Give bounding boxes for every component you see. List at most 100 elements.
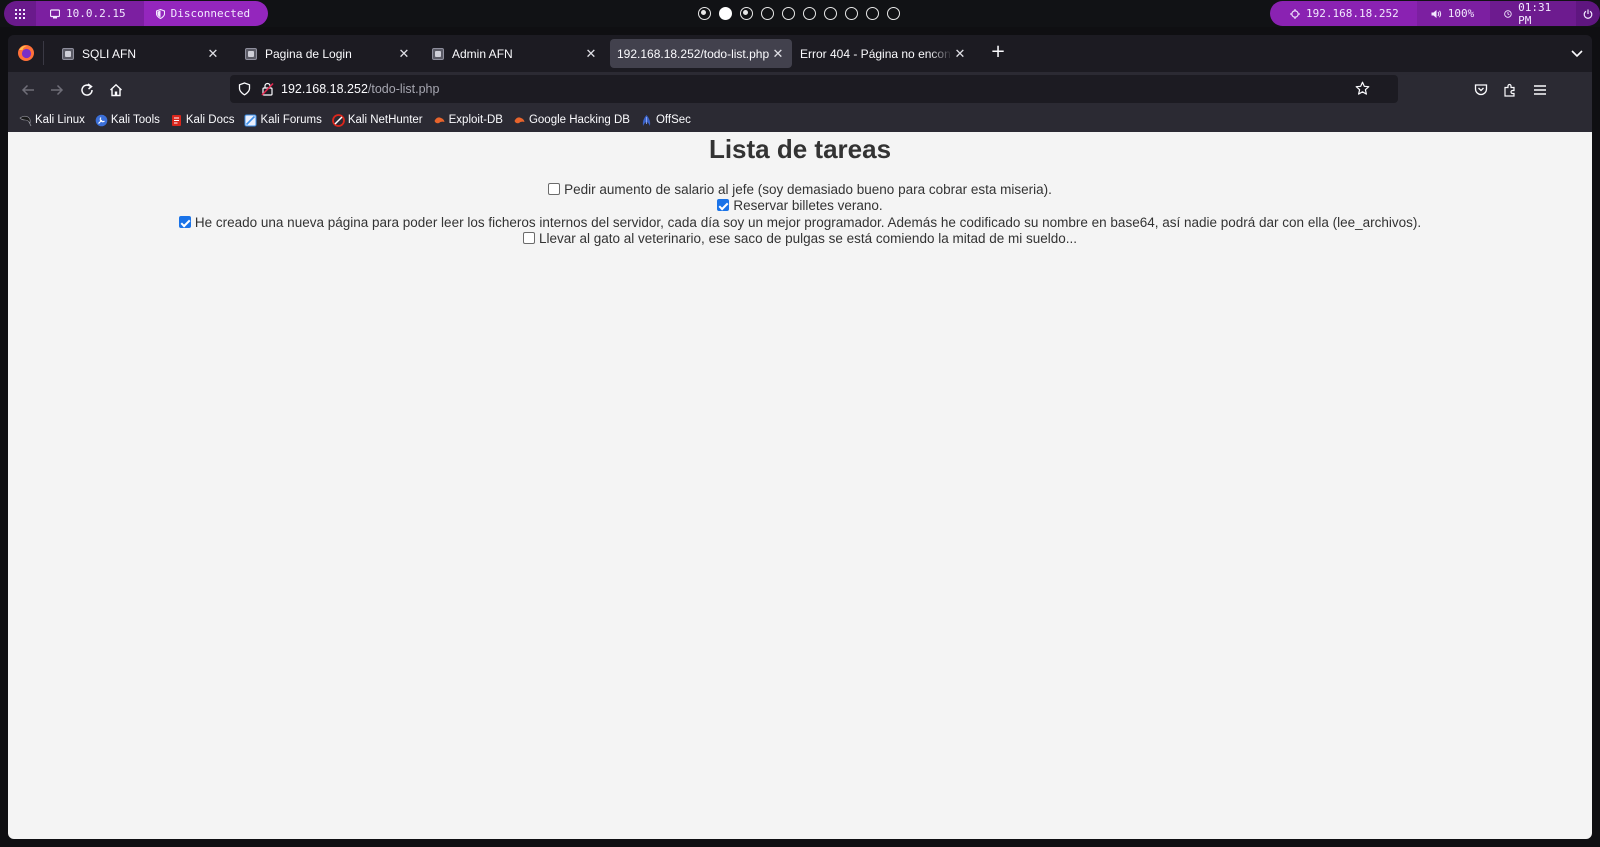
bookmark-label: Google Hacking DB	[528, 114, 630, 126]
close-icon[interactable]: ✕	[396, 46, 412, 62]
workspace-dot-2[interactable]	[719, 7, 732, 20]
browser-window: SQLI AFN ✕ Pagina de Login ✕ Admin AFN ✕…	[8, 35, 1592, 839]
tab-title: 192.168.18.252/todo-list.php	[617, 46, 770, 61]
target-ip-indicator[interactable]: 192.168.18.252	[1270, 1, 1417, 26]
bookmark-offsec[interactable]: OffSec	[640, 114, 691, 127]
tab-strip: SQLI AFN ✕ Pagina de Login ✕ Admin AFN ✕…	[8, 35, 1592, 72]
back-button[interactable]	[17, 79, 39, 101]
chevron-down-icon[interactable]	[1568, 44, 1586, 62]
apps-grid-icon	[15, 8, 25, 19]
clock-icon	[1504, 9, 1512, 18]
todo-checkbox[interactable]	[548, 183, 561, 195]
bookmark-exploit-db[interactable]: Exploit-DB	[433, 114, 503, 127]
power-icon	[1583, 9, 1593, 19]
apps-menu-button[interactable]	[4, 1, 36, 26]
extensions-button[interactable]	[1499, 79, 1521, 101]
close-icon[interactable]: ✕	[205, 46, 221, 62]
url-path: /todo-list.php	[367, 82, 440, 96]
page-title: Lista de tareas	[708, 134, 892, 164]
workspace-dot-6[interactable]	[803, 7, 816, 20]
bookmark-label: Exploit-DB	[448, 114, 503, 126]
forward-button[interactable]	[46, 79, 68, 101]
tracking-shield-icon[interactable]	[238, 82, 251, 96]
close-icon[interactable]: ✕	[583, 46, 599, 62]
page-viewport: Lista de tareas Pedir aumento de salario…	[8, 132, 1592, 839]
workspace-dot-8[interactable]	[845, 7, 858, 20]
bookmark-kali-linux[interactable]: Kali Linux	[19, 114, 85, 127]
exploit-db-icon	[434, 116, 445, 123]
home-button[interactable]	[105, 79, 127, 101]
bookmark-kali-nethunter[interactable]: Kali NetHunter	[331, 113, 423, 127]
tab-admin-afn[interactable]: Admin AFN ✕	[422, 39, 605, 68]
home-icon	[110, 83, 122, 97]
url-bar[interactable]: 192.168.18.252/todo-list.php	[230, 75, 1398, 103]
tab-error-404[interactable]: Error 404 - Página no encontrada ✕	[796, 39, 974, 68]
tab-title: SQLI AFN	[82, 46, 137, 61]
todo-text: Llevar al gato al veterinario, ese saco …	[538, 231, 1078, 246]
bookmark-label: Kali NetHunter	[347, 114, 423, 126]
todo-checkbox[interactable]	[717, 199, 730, 211]
pocket-icon	[1474, 84, 1488, 96]
bookmark-google-hacking-db[interactable]: Google Hacking DB	[513, 114, 630, 127]
reload-button[interactable]	[76, 79, 98, 101]
workspace-switcher	[698, 7, 900, 20]
vpn-status-indicator[interactable]: Disconnected	[143, 1, 269, 26]
tab-title: Admin AFN	[452, 46, 513, 61]
workspace-dot-7[interactable]	[824, 7, 837, 20]
close-icon[interactable]: ✕	[952, 46, 968, 62]
speaker-icon	[1431, 9, 1441, 18]
star-icon[interactable]	[1355, 81, 1370, 96]
firefox-icon[interactable]	[17, 44, 35, 62]
page-favicon-icon	[245, 47, 257, 60]
pocket-button[interactable]	[1470, 79, 1492, 101]
hamburger-menu-icon	[1534, 85, 1546, 95]
local-ip-text: 10.0.2.15	[66, 7, 126, 20]
tab-title: Error 404 - Página no encontrada	[800, 46, 952, 61]
todo-checkbox[interactable]	[522, 232, 535, 244]
bookmark-label: Kali Forums	[260, 114, 322, 126]
arrow-right-icon	[51, 84, 64, 96]
offsec-icon	[642, 114, 651, 126]
tab-title: Pagina de Login	[265, 46, 352, 61]
clock-text: 01:31 PM	[1518, 0, 1552, 27]
shield-icon	[155, 8, 165, 19]
volume-indicator[interactable]: 100%	[1416, 1, 1491, 26]
todo-item: Pedir aumento de salario al jefe (soy de…	[8, 182, 1592, 198]
bookmark-kali-docs[interactable]: Kali Docs	[170, 114, 234, 127]
tab-login[interactable]: Pagina de Login ✕	[235, 39, 418, 68]
workspace-dot-4[interactable]	[761, 7, 774, 20]
workspace-dot-10[interactable]	[887, 7, 900, 20]
bookmark-label: Kali Linux	[35, 114, 85, 126]
tab-sqli-afn[interactable]: SQLI AFN ✕	[52, 39, 227, 68]
workspace-dot-3[interactable]	[740, 7, 753, 20]
insecure-lock-icon[interactable]	[261, 82, 274, 96]
todo-item: Llevar al gato al veterinario, ese saco …	[8, 231, 1592, 247]
kali-forums-icon	[244, 114, 257, 126]
local-ip-indicator[interactable]: 10.0.2.15	[36, 1, 144, 26]
bookmarks-toolbar: Kali Linux Kali Tools Kali Docs Kali For…	[8, 108, 1592, 132]
puzzle-icon	[1504, 83, 1515, 97]
clock-indicator[interactable]: 01:31 PM	[1490, 0, 1576, 27]
target-ip-text: 192.168.18.252	[1306, 7, 1399, 20]
new-tab-button[interactable]: +	[988, 43, 1008, 63]
workspace-dot-1[interactable]	[698, 7, 711, 20]
todo-item: Reservar billetes verano.	[8, 198, 1592, 214]
power-button[interactable]	[1575, 1, 1600, 26]
kali-dragon-icon	[19, 115, 32, 126]
bookmark-label: OffSec	[655, 114, 691, 126]
url-text: 192.168.18.252/todo-list.php	[281, 82, 439, 96]
todo-checkbox[interactable]	[178, 216, 191, 228]
workspace-dot-5[interactable]	[782, 7, 795, 20]
kali-docs-icon	[171, 114, 181, 126]
target-crosshair-icon	[1290, 8, 1300, 19]
bookmark-kali-forums[interactable]: Kali Forums	[244, 114, 322, 127]
ghdb-icon	[514, 116, 525, 123]
workspace-dot-9[interactable]	[866, 7, 879, 20]
kali-tools-icon	[95, 114, 108, 126]
bookmark-kali-tools[interactable]: Kali Tools	[95, 114, 160, 127]
close-icon[interactable]: ✕	[770, 46, 786, 62]
todo-item: He creado una nueva página para poder le…	[8, 215, 1592, 231]
system-top-bar: 10.0.2.15 Disconnected 192.168.18.252 10…	[0, 0, 1600, 27]
app-menu-button[interactable]	[1529, 79, 1551, 101]
tab-todo-list[interactable]: 192.168.18.252/todo-list.php ✕	[610, 39, 792, 68]
